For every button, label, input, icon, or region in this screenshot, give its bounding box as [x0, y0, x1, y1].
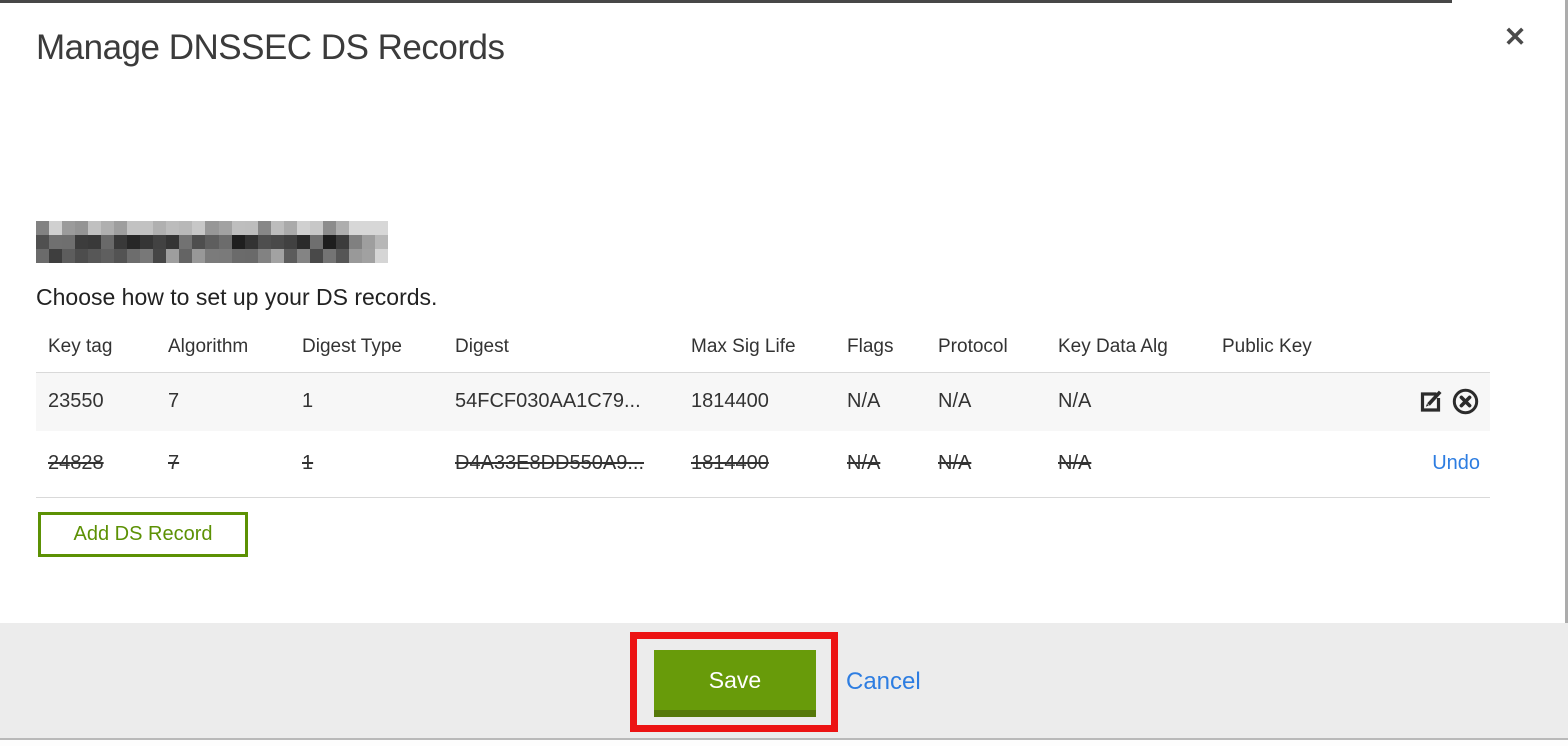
close-icon[interactable]: ✕: [1498, 20, 1532, 54]
table-row-deleted: 24828 7 1 D4A33E8DD550A9... 1814400 N/A …: [36, 431, 1490, 498]
cell-digest: D4A33E8DD550A9...: [455, 452, 645, 475]
cell-digest-type: 1: [302, 452, 314, 475]
cell-protocol: N/A: [938, 390, 972, 413]
cell-flags: N/A: [847, 390, 881, 413]
col-header-digest: Digest: [443, 330, 679, 373]
remove-icon[interactable]: [1451, 387, 1480, 416]
cell-flags: N/A: [847, 452, 881, 475]
col-header-actions: [1350, 330, 1490, 373]
table-row: 23550 7 1 54FCF030AA1C79... 1814400 N/A …: [36, 372, 1490, 431]
window-top-border: [0, 0, 1452, 3]
cell-protocol: N/A: [938, 452, 972, 475]
col-header-protocol: Protocol: [926, 330, 1046, 373]
col-header-flags: Flags: [835, 330, 926, 373]
col-header-digest-type: Digest Type: [290, 330, 443, 373]
page-behind-modal: [0, 740, 1568, 746]
page-title: Manage DNSSEC DS Records: [36, 28, 505, 67]
cell-digest: 54FCF030AA1C79...: [455, 390, 641, 413]
dnssec-modal: Manage DNSSEC DS Records ✕ Choose how to…: [0, 0, 1568, 746]
cell-max-sig-life: 1814400: [691, 390, 769, 413]
table-header-row: Key tag Algorithm Digest Type Digest Max…: [36, 330, 1490, 373]
cell-key-tag: 24828: [48, 452, 104, 475]
col-header-public-key: Public Key: [1210, 330, 1350, 373]
cancel-link[interactable]: Cancel: [846, 668, 921, 696]
add-ds-record-button[interactable]: Add DS Record: [38, 512, 248, 557]
ds-records-table: Key tag Algorithm Digest Type Digest Max…: [36, 330, 1490, 498]
cell-digest-type: 1: [302, 390, 314, 413]
cell-algorithm: 7: [168, 452, 180, 475]
col-header-max-sig-life: Max Sig Life: [679, 330, 835, 373]
col-header-key-tag: Key tag: [36, 330, 156, 373]
undo-link[interactable]: Undo: [1432, 452, 1480, 474]
col-header-algorithm: Algorithm: [156, 330, 290, 373]
cell-max-sig-life: 1814400: [691, 452, 769, 475]
cell-algorithm: 7: [168, 390, 180, 413]
cell-key-data-alg: N/A: [1058, 452, 1092, 475]
intro-text: Choose how to set up your DS records.: [36, 284, 438, 310]
redacted-domain: [36, 221, 388, 263]
cell-key-data-alg: N/A: [1058, 390, 1092, 413]
cell-key-tag: 23550: [48, 390, 104, 413]
save-button[interactable]: Save: [654, 650, 816, 717]
edit-icon[interactable]: [1417, 388, 1444, 415]
col-header-key-data-alg: Key Data Alg: [1046, 330, 1210, 373]
